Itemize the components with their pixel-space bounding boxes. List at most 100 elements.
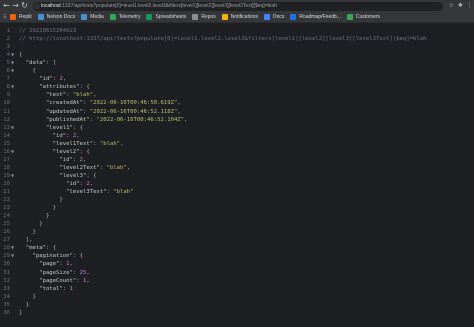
bookmark-item[interactable]: Roadmap/Feedb... bbox=[290, 12, 341, 22]
code-line: 29 ▼ "pagination": { bbox=[0, 252, 474, 260]
bookmark-item[interactable]: Replit bbox=[10, 12, 32, 22]
fold-toggle-icon[interactable]: ▼ bbox=[11, 124, 16, 132]
bookmark-item[interactable]: Customers bbox=[346, 12, 381, 22]
line-content: "id": 2, bbox=[19, 156, 86, 164]
code-line: 2 // http://localhost:1337/api/tests?popu… bbox=[0, 35, 474, 43]
bookmark-item[interactable]: Notifications bbox=[221, 12, 258, 22]
code-token: "id" bbox=[19, 132, 67, 139]
line-number: 36 bbox=[3, 309, 10, 316]
code-line: 5 ▼ "data": [ bbox=[0, 59, 474, 67]
line-number: 5 bbox=[6, 60, 10, 67]
fold-toggle-icon[interactable]: ▼ bbox=[11, 51, 16, 59]
line-content: "level3Text": "blah" bbox=[19, 188, 134, 196]
line-content: } bbox=[19, 309, 22, 317]
line-content: "publishedAt": "2022-06-16T00:46:52.104Z… bbox=[19, 116, 187, 124]
code-token: "2022-06-16T00:46:52.118Z" bbox=[89, 108, 178, 115]
code-line: 11 "updatedAt": "2022-06-16T00:46:52.118… bbox=[0, 108, 474, 116]
line-number: 16 bbox=[3, 148, 10, 155]
line-number: 3 bbox=[6, 44, 10, 51]
line-number: 29 bbox=[3, 253, 10, 260]
code-line: 12 "publishedAt": "2022-06-16T00:46:52.1… bbox=[0, 116, 474, 124]
bookmark-favicon-icon bbox=[81, 14, 88, 20]
code-token: , bbox=[126, 164, 131, 171]
line-content: "text": "blah", bbox=[19, 91, 97, 99]
bookmark-label: Repos bbox=[201, 13, 216, 20]
forward-arrow-icon[interactable]: → bbox=[11, 0, 20, 12]
code-token: : bbox=[72, 269, 80, 276]
line-number: 9 bbox=[6, 92, 10, 99]
fold-toggle-icon[interactable]: ▼ bbox=[11, 67, 16, 75]
code-line: 19 ▼ "level3": { bbox=[0, 172, 474, 180]
address-bar[interactable]: ⓘ localhost:1337/api/tests?populate[0]=l… bbox=[33, 1, 443, 11]
code-line: 22 } bbox=[0, 196, 474, 204]
bookmark-item[interactable]: Media bbox=[81, 12, 104, 22]
apps-grid-icon[interactable]: ⠿ bbox=[0, 14, 10, 21]
code-token: : { bbox=[45, 245, 57, 252]
code-line: 21 "level3Text": "blah" bbox=[0, 188, 474, 196]
bookmark-label: Media bbox=[90, 13, 104, 20]
code-token: "pageCount" bbox=[19, 277, 77, 284]
fold-toggle-icon[interactable]: ▼ bbox=[11, 172, 16, 180]
code-token: "text" bbox=[19, 92, 67, 99]
star-icon[interactable]: ☆ bbox=[447, 0, 456, 12]
code-token: "blah" bbox=[113, 189, 134, 195]
fold-toggle-icon[interactable]: ▼ bbox=[11, 59, 16, 67]
info-icon[interactable]: ⓘ bbox=[33, 3, 41, 10]
back-arrow-icon[interactable]: ← bbox=[2, 0, 11, 12]
line-content: "level1Text": "blah", bbox=[19, 140, 124, 148]
bookmark-item[interactable]: Spreadsheets bbox=[146, 12, 187, 22]
code-token: , bbox=[184, 116, 188, 123]
code-token: "level3" bbox=[19, 172, 87, 179]
code-line: 10 "createdAt": "2022-06-16T00:46:50.619… bbox=[0, 99, 474, 107]
code-token: "updatedAt" bbox=[19, 108, 83, 115]
fold-toggle-icon[interactable]: ▼ bbox=[11, 252, 16, 260]
line-number: 32 bbox=[3, 277, 10, 284]
more-vert-icon[interactable]: ⋮ bbox=[465, 0, 474, 12]
code-token: , bbox=[83, 156, 87, 163]
code-token: { bbox=[19, 52, 23, 59]
code-token: } bbox=[19, 213, 50, 220]
line-number: 15 bbox=[3, 140, 10, 147]
bookmark-item[interactable]: Nelson Docs bbox=[37, 12, 76, 22]
url-text[interactable]: localhost:1337/api/tests?populate[0]=lev… bbox=[41, 2, 277, 11]
bookmark-label: Spreadsheets bbox=[155, 13, 187, 20]
code-line: 14 "id": 2, bbox=[0, 132, 474, 140]
bookmark-item[interactable]: Docs bbox=[264, 12, 284, 22]
code-token: "attributes" bbox=[19, 84, 80, 91]
fold-toggle-icon[interactable]: ▼ bbox=[11, 148, 16, 156]
line-content: "level3": { bbox=[19, 172, 96, 180]
line-number: 33 bbox=[3, 285, 10, 292]
line-content: ], bbox=[19, 236, 33, 244]
line-content: "level2": { bbox=[19, 148, 90, 156]
line-content: "page": 1, bbox=[19, 260, 73, 268]
code-token: "blah" bbox=[99, 140, 121, 147]
bookmark-item[interactable]: Telemetry bbox=[109, 12, 140, 22]
puzzle-icon[interactable]: ❖ bbox=[456, 0, 465, 12]
code-token: "2022-06-16T00:46:50.619Z" bbox=[89, 100, 178, 107]
code-token: "page" bbox=[19, 261, 60, 268]
line-number: 4 bbox=[6, 52, 10, 59]
line-content: } bbox=[19, 301, 29, 309]
line-number: 8 bbox=[6, 84, 10, 91]
code-token: "id" bbox=[19, 156, 73, 163]
line-content: { bbox=[19, 51, 22, 59]
code-line: 28 ▼ "meta": { bbox=[0, 244, 474, 252]
line-content: "pagination": { bbox=[19, 252, 83, 260]
line-number: 18 bbox=[3, 164, 10, 171]
code-line: 3 bbox=[0, 43, 474, 51]
fold-toggle-icon[interactable]: ▼ bbox=[11, 244, 16, 252]
code-token: { bbox=[19, 68, 36, 75]
bookmark-label: Nelson Docs bbox=[46, 13, 76, 20]
line-content: } bbox=[19, 293, 36, 301]
bookmark-item[interactable]: Repos bbox=[192, 12, 216, 22]
code-line: 25 } bbox=[0, 220, 474, 228]
bookmark-label: Customers bbox=[355, 13, 381, 20]
line-content: "attributes": { bbox=[19, 83, 90, 91]
reload-icon[interactable]: ↻ bbox=[20, 0, 29, 12]
bookmark-favicon-icon bbox=[146, 14, 153, 20]
line-content: } bbox=[19, 220, 42, 228]
line-content: // 20220615204023 bbox=[19, 27, 76, 35]
code-token: } bbox=[19, 293, 36, 300]
line-content: "id": 2, bbox=[19, 75, 66, 83]
fold-toggle-icon[interactable]: ▼ bbox=[11, 83, 16, 91]
